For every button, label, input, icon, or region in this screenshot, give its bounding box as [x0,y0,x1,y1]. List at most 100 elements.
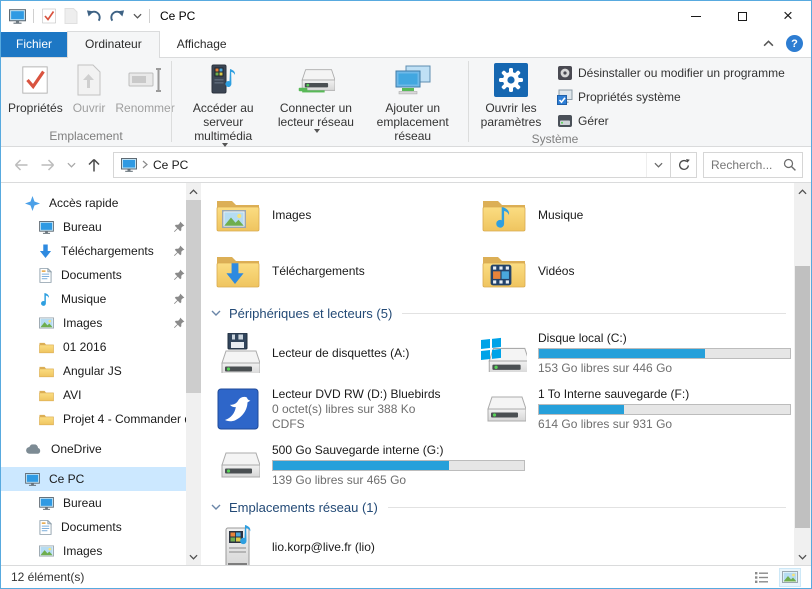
sidebar-item-avi[interactable]: AVI [1,383,201,407]
disk-usage-bar [538,348,791,359]
scroll-down-icon[interactable] [186,548,201,565]
sidebar-item-ce-pc[interactable]: Ce PC [1,467,201,491]
scrollbar-thumb[interactable] [795,266,810,528]
folder-icon [39,365,54,378]
details-view-button[interactable] [750,568,772,587]
undo-icon[interactable] [85,9,102,24]
new-folder-icon [64,8,78,24]
folder-tile-videos[interactable]: Vidéos [481,243,781,299]
media-server-button[interactable]: Accéder au serveur multimédia [174,59,272,147]
properties-icon[interactable] [41,8,57,24]
address-dropdown-button[interactable] [646,153,670,177]
sidebar-item-acces-rapide[interactable]: Accès rapide [1,191,201,215]
scroll-up-icon[interactable] [794,183,811,200]
drive-tile-a[interactable]: Lecteur de disquettes (A:) [215,325,481,381]
sidebar-item-pc-images[interactable]: Images [1,539,201,563]
main-scrollbar[interactable] [794,183,811,565]
sidebar-scrollbar[interactable] [186,183,201,565]
customize-toolbar-chevron-icon[interactable] [133,13,142,19]
properties-check-icon [20,64,50,96]
scroll-up-icon[interactable] [186,183,201,200]
folder-tile-musique[interactable]: Musique [481,187,781,243]
up-button[interactable] [82,153,106,177]
manage-button[interactable]: Gérer [557,111,785,131]
scrollbar-thumb[interactable] [186,200,201,393]
drive-tile-f[interactable]: 1 To Interne sauvegarde (F:) 614 Go libr… [481,381,781,437]
help-button[interactable]: ? [786,35,803,52]
drive-tile-c[interactable]: Disque local (C:) 153 Go libres sur 446 … [481,325,781,381]
disk-usage-bar [538,404,791,415]
tab-affichage[interactable]: Affichage [160,32,244,57]
folder-tile-telechargements[interactable]: Téléchargements [215,243,481,299]
explorer-body: Accès rapide Bureau Téléchargements Docu… [1,183,811,565]
music-note-icon [39,292,52,307]
sidebar-item-images[interactable]: Images [1,311,201,335]
status-bar: 12 élément(s) [1,565,811,588]
tab-ordinateur[interactable]: Ordinateur [67,31,160,58]
sidebar-item-pc-bureau[interactable]: Bureau [1,491,201,515]
media-device-icon [218,523,258,565]
search-icon[interactable] [783,158,797,172]
minimize-button[interactable] [673,1,719,31]
disk-usage-bar [272,460,525,471]
folder-telechargements-icon [216,254,260,288]
network-location-tile[interactable]: lio.korp@live.fr (lio) [215,519,481,565]
sidebar-item-projet-4[interactable]: Projet 4 - Commander d [1,407,201,431]
pin-icon [173,269,185,281]
map-network-drive-button[interactable]: Connecter un lecteur réseau [272,59,359,133]
properties-button[interactable]: Propriétés [3,59,68,115]
system-properties-button[interactable]: Propriétés système [557,87,785,107]
window-title: Ce PC [160,9,195,23]
scroll-down-icon[interactable] [794,548,811,565]
search-input[interactable] [711,158,783,172]
sidebar-item-bureau[interactable]: Bureau [1,215,201,239]
drive-tile-d[interactable]: Lecteur DVD RW (D:) Bluebirds 0 octet(s)… [215,381,481,437]
maximize-button[interactable] [719,1,765,31]
network-drive-icon [297,65,335,95]
sidebar-item-pc-documents[interactable]: Documents [1,515,201,539]
desktop-icon [39,221,54,234]
download-icon [39,244,52,259]
folder-tile-images[interactable]: Images [215,187,481,243]
collapse-section-chevron-icon[interactable] [211,310,221,316]
item-count: 12 élément(s) [11,570,84,584]
section-rule [402,313,786,314]
address-bar: Ce PC [1,147,811,183]
open-button[interactable]: Ouvrir [68,59,111,115]
redo-icon[interactable] [109,9,126,24]
recent-locations-chevron-icon[interactable] [63,153,79,177]
sidebar-item-onedrive[interactable]: OneDrive [1,437,201,461]
breadcrumb-chevron-icon [142,160,148,169]
section-header-network[interactable]: Emplacements réseau (1) [211,495,786,519]
close-button[interactable]: × [765,1,811,31]
back-button[interactable] [9,153,33,177]
collapse-ribbon-chevron-icon[interactable] [763,40,774,47]
refresh-button[interactable] [670,153,696,177]
drive-tile-g[interactable]: 500 Go Sauvegarde interne (G:) 139 Go li… [215,437,481,493]
location-computer-icon [121,158,137,172]
windows-drive-icon [481,334,527,372]
search-box[interactable] [703,152,803,178]
rename-button[interactable]: Renommer [110,59,179,115]
folder-images-icon [216,198,260,232]
ribbon-group-systeme: Ouvrir les paramètres Désinstaller ou mo… [469,58,811,146]
sidebar-item-01-2016[interactable]: 01 2016 [1,335,201,359]
quick-access-star-icon [25,196,40,211]
address-box[interactable]: Ce PC [113,152,697,178]
section-header-devices[interactable]: Périphériques et lecteurs (5) [211,301,786,325]
sidebar-item-musique[interactable]: Musique [1,287,201,311]
navigation-pane: Accès rapide Bureau Téléchargements Docu… [1,183,201,565]
open-settings-button[interactable]: Ouvrir les paramètres [471,59,551,129]
tab-fichier[interactable]: Fichier [1,32,67,57]
sidebar-item-documents[interactable]: Documents [1,263,201,287]
breadcrumb[interactable]: Ce PC [153,158,188,172]
collapse-section-chevron-icon[interactable] [211,504,221,510]
app-computer-icon [9,9,26,24]
forward-button[interactable] [36,153,60,177]
add-network-location-button[interactable]: Ajouter un emplacement réseau [359,59,466,143]
uninstall-program-button[interactable]: Désinstaller ou modifier un programme [557,63,785,83]
sidebar-item-telechargements[interactable]: Téléchargements [1,239,201,263]
sidebar-item-angular-js[interactable]: Angular JS [1,359,201,383]
picture-icon [39,317,54,329]
thumbnail-view-button[interactable] [779,568,801,587]
